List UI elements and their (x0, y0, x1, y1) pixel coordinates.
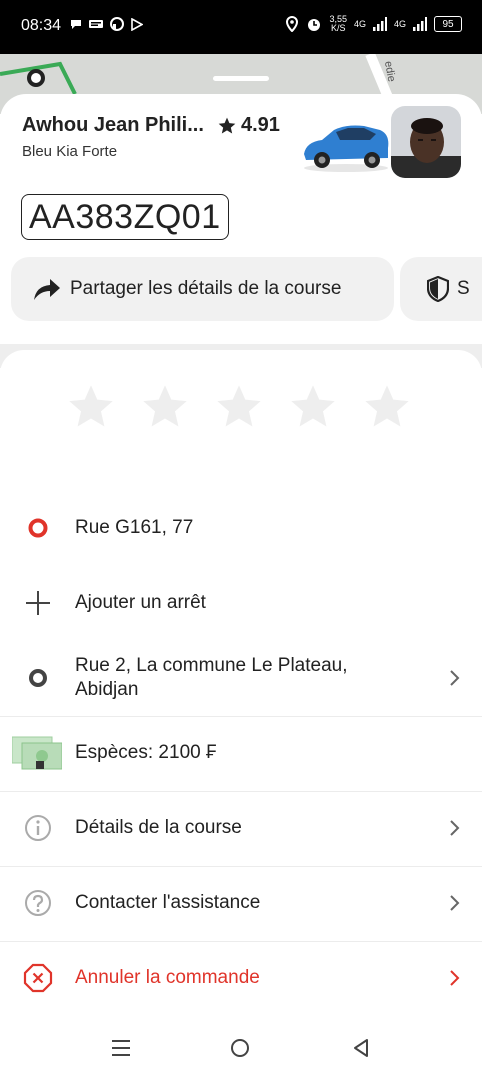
driver-avatar[interactable] (391, 106, 461, 178)
battery-icon: 95 (434, 16, 462, 32)
cancel-order-label: Annuler la commande (75, 967, 260, 988)
home-icon[interactable] (230, 1038, 250, 1058)
cancel-order-button[interactable]: Annuler la commande (0, 962, 482, 994)
system-icons: 3,55 K/S 4G 4G 95 (285, 15, 462, 33)
status-time: 08:34 (21, 17, 62, 34)
back-icon[interactable] (352, 1038, 370, 1058)
pickup-row: Rue G161, 77 (0, 512, 482, 544)
destination-address: Rue 2, La commune Le Plateau, Abidjan (75, 654, 348, 702)
pickup-dot-icon (22, 512, 54, 544)
rate-star-2-icon[interactable] (139, 381, 191, 433)
trip-details-label: Détails de la course (75, 817, 242, 838)
rating-value: 4.91 (241, 114, 280, 136)
alarm-icon (308, 19, 321, 31)
destination-line-1: Rue 2, La commune Le Plateau, (75, 655, 348, 676)
share-arrow-icon (34, 279, 60, 300)
plus-icon (22, 587, 54, 619)
trip-details-button[interactable]: Détails de la course (0, 812, 482, 844)
net-speed: 3,55 K/S (329, 15, 347, 33)
chevron-right-icon (450, 670, 460, 686)
destination-line-2: Abidjan (75, 679, 139, 700)
license-plate: AA383ZQ01 (21, 194, 229, 240)
rate-star-1-icon[interactable] (65, 381, 117, 433)
star-icon (218, 117, 236, 133)
chevron-right-icon (450, 820, 460, 836)
net-speed-unit: K/S (330, 23, 346, 33)
app-badge-icon (89, 20, 103, 28)
status-bar: 08:34 3,55 K/S 4G 4G 95 (0, 0, 482, 54)
safety-button[interactable]: S (400, 257, 482, 321)
destination-dot-icon (22, 662, 54, 694)
network-type-2: 4G (393, 18, 406, 29)
rating-stars (65, 381, 413, 433)
location-icon (286, 16, 299, 32)
add-stop-button[interactable]: Ajouter un arrêt (0, 587, 482, 619)
chevron-right-icon (450, 970, 460, 986)
divider (0, 716, 482, 717)
contact-support-button[interactable]: Contacter l'assistance (0, 887, 482, 919)
network-type-1: 4G (353, 18, 366, 29)
notification-icons (70, 17, 143, 31)
driver-rating: 4.91 (217, 114, 280, 137)
destination-row[interactable]: Rue 2, La commune Le Plateau, Abidjan (0, 654, 482, 702)
driver-name: Awhou Jean Phili... (22, 114, 204, 136)
divider (0, 866, 482, 867)
divider (0, 941, 482, 942)
headset-icon (110, 17, 124, 31)
chat-bubble-icon (71, 20, 81, 29)
map-origin-marker (27, 69, 45, 87)
system-nav-bar (0, 1018, 482, 1080)
payment-method: Espèces: 2100 ₣ (75, 742, 217, 763)
safety-label: S (457, 278, 470, 299)
help-icon (22, 887, 54, 919)
play-store-icon (131, 17, 143, 31)
chevron-right-icon (450, 895, 460, 911)
rate-star-4-icon[interactable] (287, 381, 339, 433)
menu-icon[interactable] (111, 1039, 131, 1057)
signal-icon (372, 17, 387, 31)
add-stop-label: Ajouter un arrêt (75, 592, 206, 613)
rate-star-5-icon[interactable] (361, 381, 413, 433)
car-icon (304, 125, 389, 172)
cancel-icon (22, 962, 54, 994)
info-icon (22, 812, 54, 844)
sheet-grab-handle[interactable] (213, 76, 269, 81)
driver-photo (391, 106, 461, 178)
divider (0, 791, 482, 792)
shield-icon (427, 276, 449, 302)
signal-icon-2 (413, 17, 427, 31)
contact-support-label: Contacter l'assistance (75, 892, 261, 913)
rate-star-3-icon[interactable] (213, 381, 265, 433)
payment-row[interactable]: Espèces: 2100 ₣ (0, 736, 482, 770)
battery-level: 95 (442, 18, 454, 30)
share-trip-label: Partager les détails de la course (70, 278, 342, 299)
share-trip-button[interactable]: Partager les détails de la course (11, 257, 394, 321)
car-model: Bleu Kia Forte (22, 143, 118, 160)
pickup-address: Rue G161, 77 (75, 517, 194, 538)
cash-icon (12, 736, 62, 770)
action-chips: Partager les détails de la course S (11, 257, 482, 321)
